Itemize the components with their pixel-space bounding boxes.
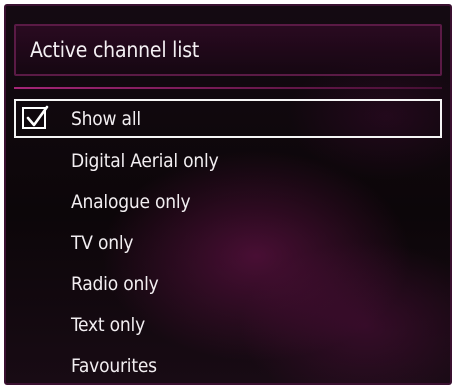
option-label: Digital Aerial only <box>71 149 219 172</box>
option-analogue-only[interactable]: Analogue only <box>14 181 442 222</box>
tv-menu-screen: Active channel list Show all Digital Aer… <box>4 4 452 385</box>
option-label: Favourites <box>71 354 157 377</box>
option-show-all[interactable]: Show all <box>14 99 442 138</box>
menu-title: Active channel list <box>30 38 200 62</box>
option-label: Radio only <box>71 272 159 295</box>
option-label: Text only <box>71 313 145 336</box>
option-favourites[interactable]: Favourites <box>14 345 442 383</box>
option-digital-aerial-only[interactable]: Digital Aerial only <box>14 140 442 181</box>
option-label: Show all <box>71 107 141 130</box>
show-all-checkbox[interactable] <box>22 105 49 129</box>
option-label: Analogue only <box>71 190 191 213</box>
title-divider <box>14 87 442 89</box>
option-tv-only[interactable]: TV only <box>14 222 442 263</box>
option-text-only[interactable]: Text only <box>14 304 442 345</box>
menu-title-bar: Active channel list <box>14 24 442 76</box>
option-radio-only[interactable]: Radio only <box>14 263 442 304</box>
option-label: TV only <box>71 231 134 254</box>
checkmark-icon <box>26 105 49 127</box>
channel-list-options: Show all Digital Aerial only Analogue on… <box>14 99 442 383</box>
